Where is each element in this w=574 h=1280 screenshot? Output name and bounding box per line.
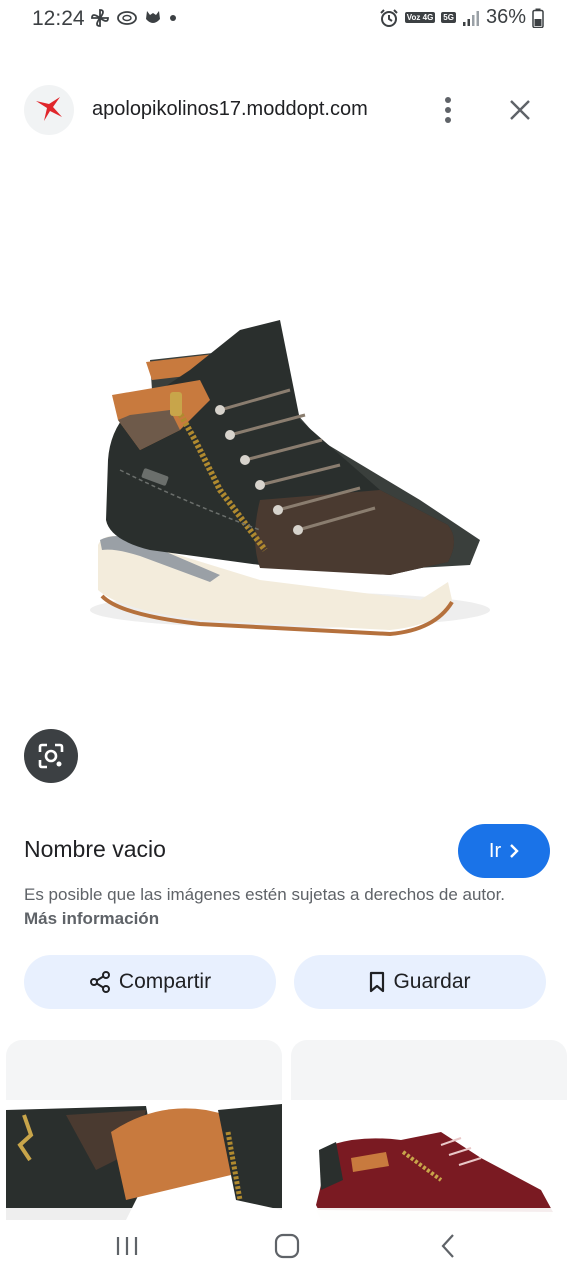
home-icon (274, 1233, 300, 1259)
save-label: Guardar (393, 970, 471, 993)
google-lens-button[interactable] (24, 729, 78, 783)
battery-icon (532, 8, 544, 28)
result-header: apolopikolinos17.moddopt.com (0, 80, 574, 142)
chevron-right-icon (510, 844, 519, 858)
paw-icon (146, 11, 160, 23)
lens-icon (38, 743, 64, 769)
status-icons-left (90, 8, 178, 28)
product-image[interactable] (60, 300, 520, 660)
back-button[interactable] (428, 1226, 468, 1266)
copyright-text: Es posible que las imágenes estén sujeta… (24, 885, 506, 904)
red-bird-logo-icon (36, 97, 62, 121)
status-icons-right: Voz 4G 5G 36% (379, 6, 544, 29)
site-domain[interactable]: apolopikolinos17.moddopt.com (92, 98, 368, 121)
close-icon (510, 100, 530, 120)
boot-illustration (90, 320, 490, 637)
cast-icon (117, 11, 137, 25)
alarm-icon (380, 8, 398, 27)
status-time: 12:24 (32, 7, 85, 30)
more-info-link[interactable]: Más información (24, 909, 159, 928)
volte-icon: Voz 4G (404, 12, 436, 23)
site-logo[interactable] (24, 85, 74, 135)
share-label: Compartir (118, 970, 212, 993)
back-icon (441, 1234, 454, 1258)
go-button[interactable]: Ir (458, 824, 550, 878)
recent-apps-button[interactable] (107, 1226, 147, 1266)
copyright-notice: Es posible que las imágenes estén sujeta… (24, 883, 524, 931)
close-button[interactable] (502, 92, 538, 128)
pinwheel-icon (91, 9, 109, 27)
more-options-button[interactable] (430, 92, 466, 128)
signal-icon (462, 10, 479, 26)
share-button[interactable]: Compartir (24, 955, 276, 1009)
bookmark-icon (370, 971, 385, 993)
recent-apps-icon (116, 1237, 138, 1255)
go-button-label: Ir (488, 839, 502, 862)
more-vert-icon (445, 97, 451, 123)
battery-percent: 36% (485, 6, 526, 28)
status-bar: 12:24 Voz 4G 5G 36% (0, 0, 574, 38)
5g-icon: 5G (441, 12, 456, 23)
system-navigation-bar (0, 1208, 574, 1280)
dot-icon (170, 15, 176, 21)
home-button[interactable] (267, 1226, 307, 1266)
result-title: Nombre vacio (24, 836, 166, 862)
share-icon (89, 971, 110, 993)
save-button[interactable]: Guardar (294, 955, 546, 1009)
